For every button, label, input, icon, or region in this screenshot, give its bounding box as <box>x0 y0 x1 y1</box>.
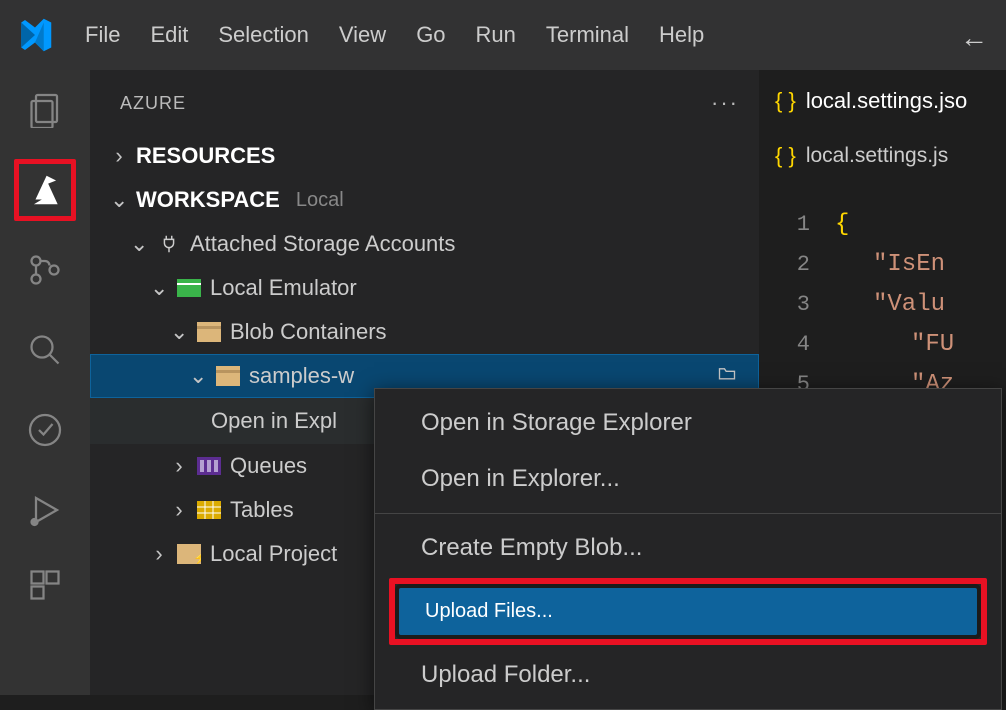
resources-label: RESOURCES <box>136 143 275 169</box>
code-line: { <box>835 211 849 238</box>
cm-upload-files-highlight: Upload Files... <box>389 578 987 645</box>
menubar: File Edit Selection View Go Run Terminal… <box>85 22 704 48</box>
explorer-icon[interactable] <box>25 90 65 130</box>
menu-terminal[interactable]: Terminal <box>546 22 629 48</box>
chevron-right-icon: › <box>170 497 188 523</box>
context-menu: Open in Storage Explorer Open in Explore… <box>374 388 1002 710</box>
code-line: "IsEn <box>873 251 945 278</box>
activity-bar <box>0 70 90 695</box>
title-bar: File Edit Selection View Go Run Terminal… <box>0 0 1006 70</box>
cm-open-explorer[interactable]: Open in Explorer... <box>375 451 1001 507</box>
line-number: 3 <box>760 285 810 325</box>
more-actions-icon[interactable]: ··· <box>711 90 739 116</box>
cm-open-storage-explorer[interactable]: Open in Storage Explorer <box>375 395 1001 451</box>
samples-label: samples-w <box>249 363 354 389</box>
azure-icon[interactable] <box>25 170 65 210</box>
menu-go[interactable]: Go <box>416 22 445 48</box>
line-number: 2 <box>760 245 810 285</box>
chevron-right-icon: › <box>150 541 168 567</box>
menu-selection[interactable]: Selection <box>218 22 309 48</box>
local-project-label: Local Project <box>210 541 337 567</box>
chevron-down-icon: ⌄ <box>170 319 188 345</box>
code-line: "Valu <box>873 291 945 318</box>
queues-icon <box>196 455 222 477</box>
workspace-label: WORKSPACE <box>136 187 280 213</box>
menu-view[interactable]: View <box>339 22 386 48</box>
chevron-down-icon: ⌄ <box>150 275 168 301</box>
queues-label: Queues <box>230 453 307 479</box>
local-emulator-row[interactable]: ⌄ Local Emulator <box>90 266 759 310</box>
back-arrow-icon[interactable]: ← <box>960 22 988 54</box>
chevron-down-icon: ⌄ <box>110 187 128 213</box>
chevron-right-icon: › <box>170 453 188 479</box>
workspace-section[interactable]: ⌄ WORKSPACE Local <box>90 178 759 222</box>
menu-file[interactable]: File <box>85 22 120 48</box>
folder-icon <box>215 365 241 387</box>
plug-icon <box>156 233 182 255</box>
source-control-icon[interactable] <box>25 250 65 290</box>
project-icon: ⚡ <box>176 543 202 565</box>
open-file-icon[interactable] <box>716 363 738 389</box>
tables-label: Tables <box>230 497 294 523</box>
chevron-right-icon: › <box>110 143 128 169</box>
separator <box>375 513 1001 514</box>
editor-tab[interactable]: { } local.settings.jso <box>760 70 1006 133</box>
chevron-down-icon: ⌄ <box>189 363 207 389</box>
blob-label: Blob Containers <box>230 319 387 345</box>
folder-icon <box>196 321 222 343</box>
breadcrumb[interactable]: { } local.settings.js <box>760 133 1006 179</box>
code-content[interactable]: { "IsEn "Valu "FU "Az <box>835 205 954 405</box>
svg-text:⚡: ⚡ <box>193 551 201 564</box>
line-number: 1 <box>760 205 810 245</box>
search-icon[interactable] <box>25 330 65 370</box>
line-number: 4 <box>760 325 810 365</box>
extensions-icon[interactable] <box>25 565 65 605</box>
blob-containers-row[interactable]: ⌄ Blob Containers <box>90 310 759 354</box>
cm-upload-files[interactable]: Upload Files... <box>395 584 981 639</box>
test-icon[interactable] <box>25 410 65 450</box>
azure-activity-highlight <box>14 159 76 221</box>
sidebar-title: AZURE <box>120 93 186 114</box>
chevron-down-icon: ⌄ <box>130 231 148 257</box>
json-file-icon: { } <box>775 88 796 114</box>
workspace-badge: Local <box>296 189 344 212</box>
open-explorer-label: Open in Expl <box>211 408 337 434</box>
menu-edit[interactable]: Edit <box>150 22 188 48</box>
menu-help[interactable]: Help <box>659 22 704 48</box>
json-file-icon: { } <box>775 143 796 169</box>
cm-create-empty-blob[interactable]: Create Empty Blob... <box>375 520 1001 576</box>
breadcrumb-label: local.settings.js <box>806 144 948 168</box>
sidebar-header: AZURE ··· <box>90 70 759 134</box>
run-debug-icon[interactable] <box>25 490 65 530</box>
vscode-logo-icon <box>15 15 55 55</box>
menu-run[interactable]: Run <box>476 22 516 48</box>
resources-section[interactable]: › RESOURCES <box>90 134 759 178</box>
tables-icon <box>196 499 222 521</box>
storage-icon <box>176 277 202 299</box>
emulator-label: Local Emulator <box>210 275 357 301</box>
attached-storage-row[interactable]: ⌄ Attached Storage Accounts <box>90 222 759 266</box>
tab-title: local.settings.jso <box>806 88 967 114</box>
line-numbers: 1 2 3 4 5 <box>760 205 820 405</box>
attached-label: Attached Storage Accounts <box>190 231 455 257</box>
code-line: "FU <box>911 331 954 358</box>
